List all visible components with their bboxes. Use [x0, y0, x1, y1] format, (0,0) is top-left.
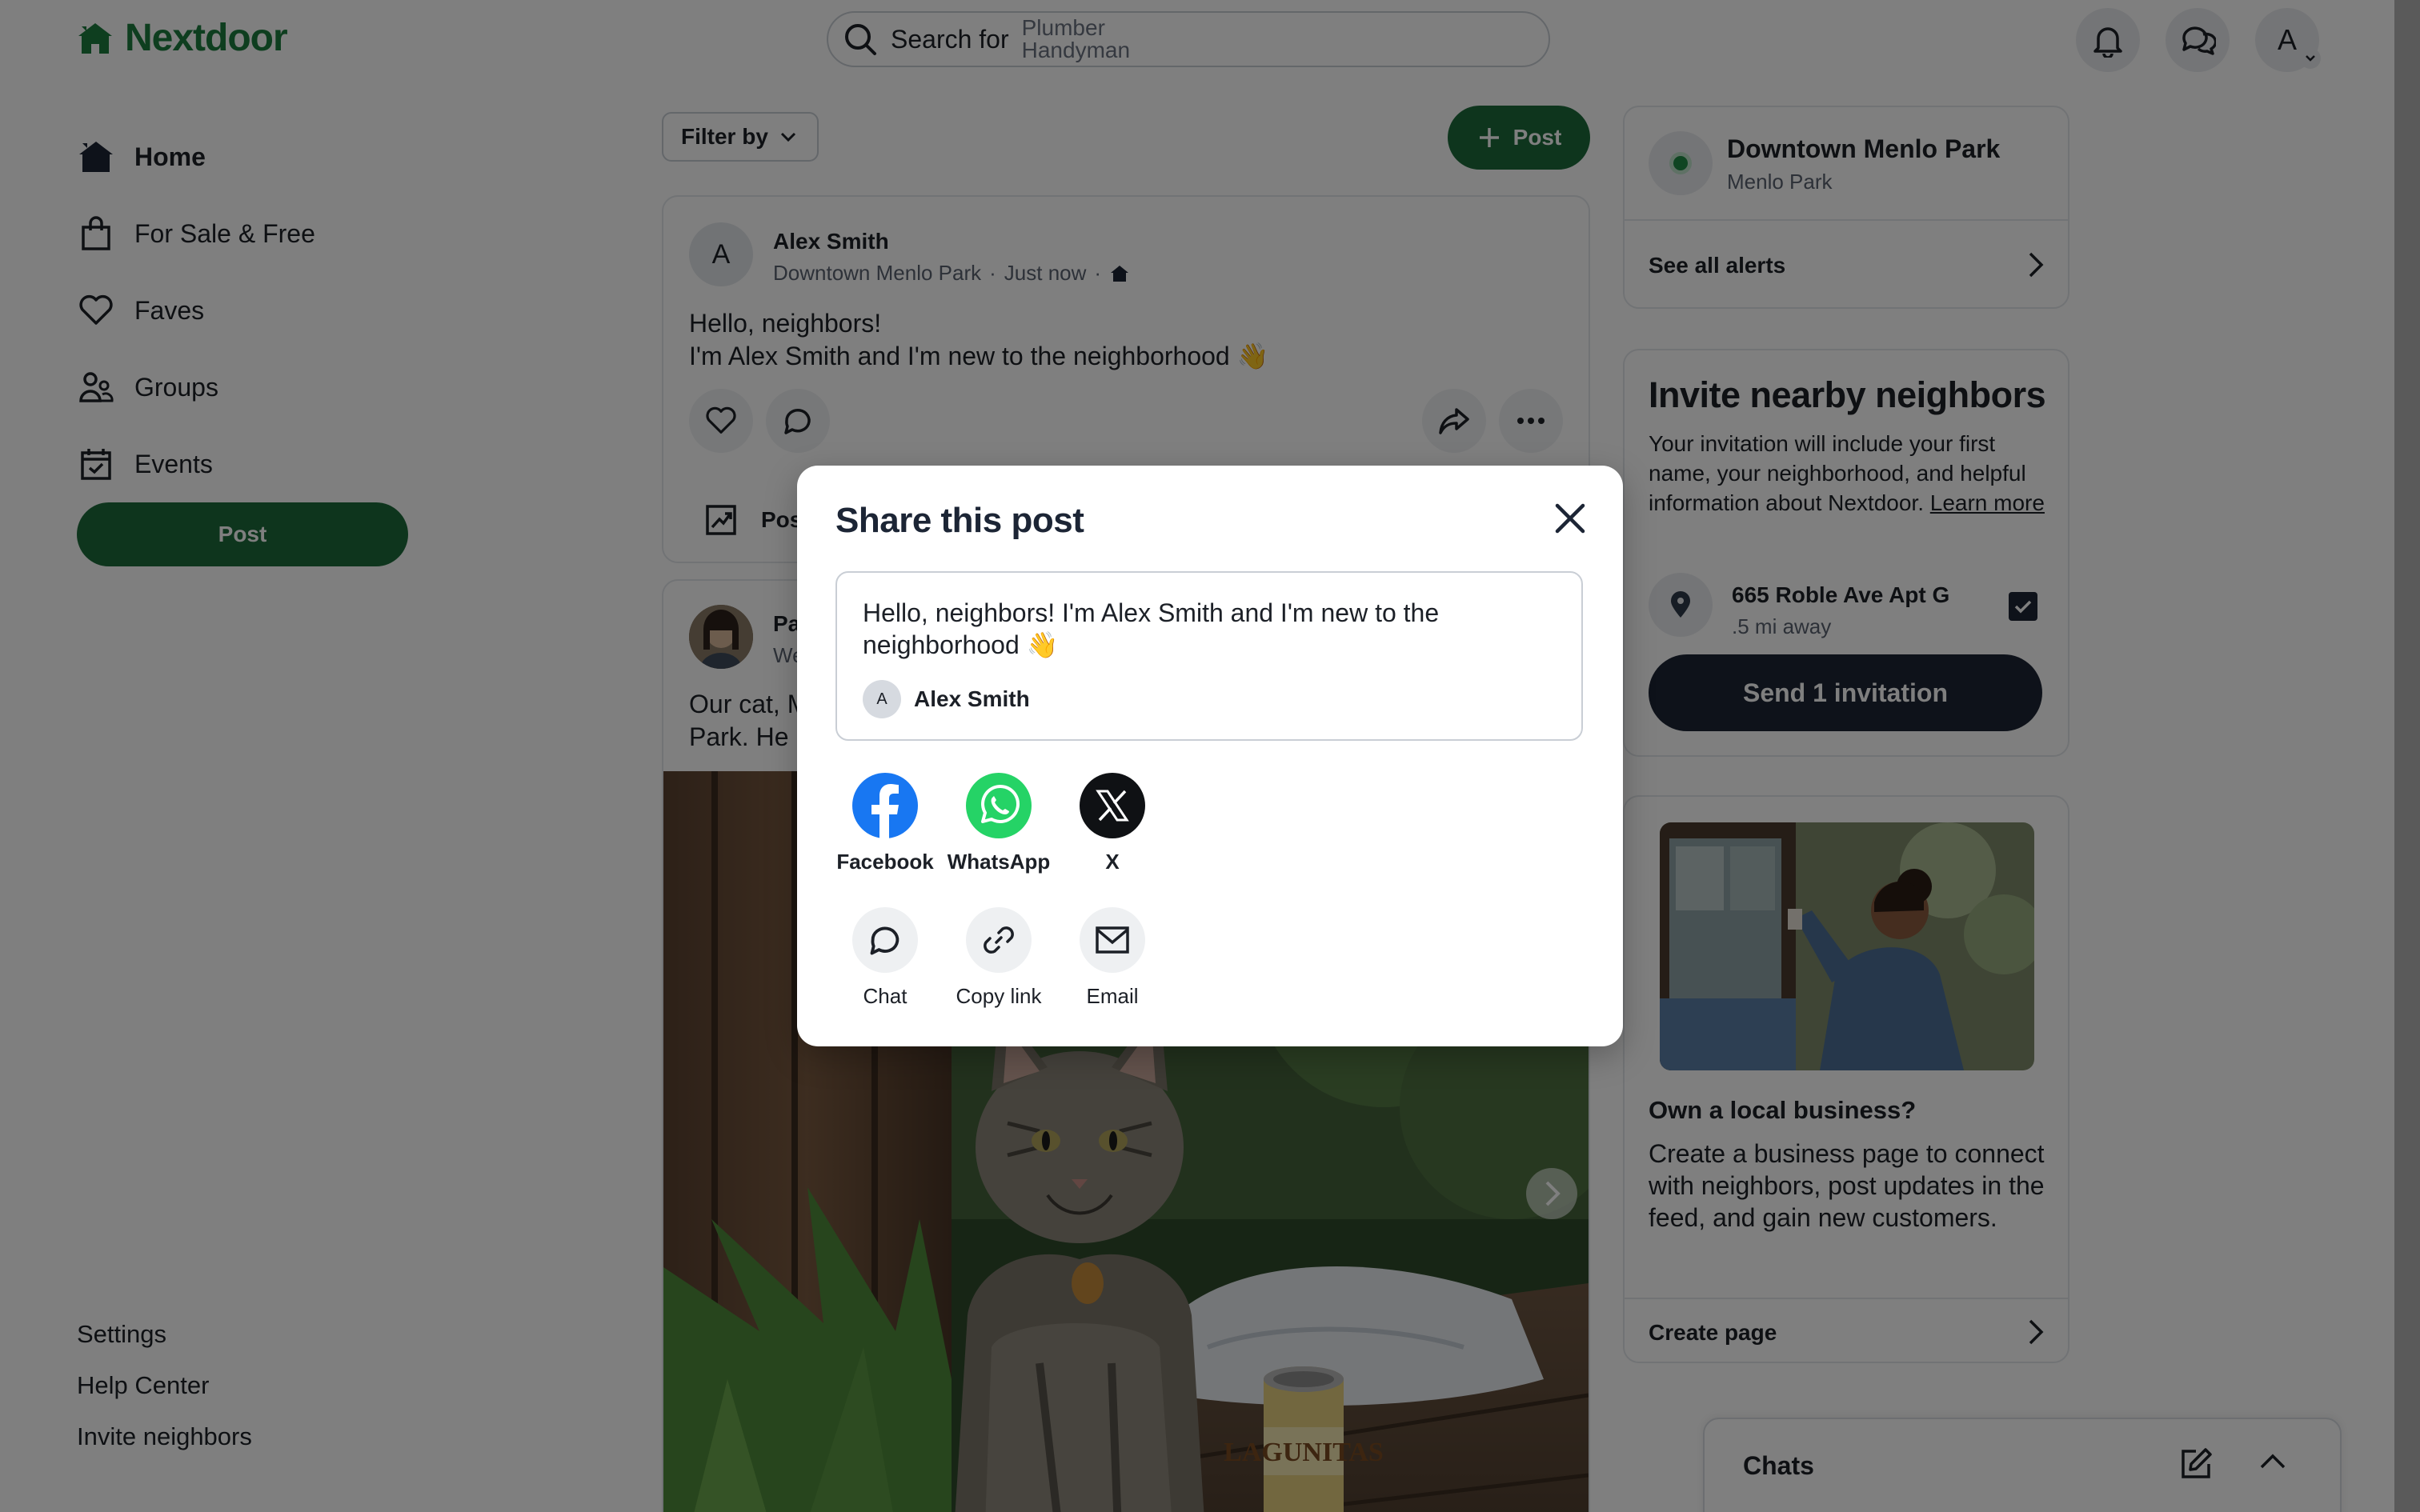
share-whatsapp-button[interactable]: WhatsApp — [943, 773, 1055, 874]
avatar: A — [863, 680, 901, 718]
page: Nextdoor Search for Plumber Handyman A H… — [0, 0, 2420, 1512]
share-copy-link-button[interactable]: Copy link — [943, 907, 1055, 1009]
preview-author: Alex Smith — [914, 686, 1030, 711]
share-x-button[interactable]: X — [1056, 773, 1168, 874]
share-modal: Share this post Hello, neighbors! I'm Al… — [797, 466, 1623, 1046]
email-icon — [1080, 907, 1145, 973]
modal-title: Share this post — [835, 501, 1084, 540]
link-icon — [966, 907, 1032, 973]
close-icon — [1555, 503, 1585, 534]
share-facebook-button[interactable]: Facebook — [829, 773, 941, 874]
share-label: WhatsApp — [947, 850, 1051, 874]
whatsapp-icon — [966, 773, 1032, 838]
post-preview: Hello, neighbors! I'm Alex Smith and I'm… — [835, 571, 1583, 741]
x-icon — [1080, 773, 1145, 838]
preview-text: Hello, neighbors! I'm Alex Smith and I'm… — [863, 598, 1440, 659]
scrollbar[interactable] — [2394, 0, 2420, 1512]
share-label: Copy link — [956, 984, 1042, 1008]
share-email-button[interactable]: Email — [1056, 907, 1168, 1009]
share-label: Email — [1086, 984, 1139, 1008]
chat-icon — [852, 907, 918, 973]
close-button[interactable] — [1553, 501, 1588, 536]
share-label: Chat — [863, 984, 908, 1008]
share-label: Facebook — [836, 850, 934, 874]
share-chat-button[interactable]: Chat — [829, 907, 941, 1009]
facebook-icon — [852, 773, 918, 838]
share-label: X — [1105, 850, 1120, 874]
